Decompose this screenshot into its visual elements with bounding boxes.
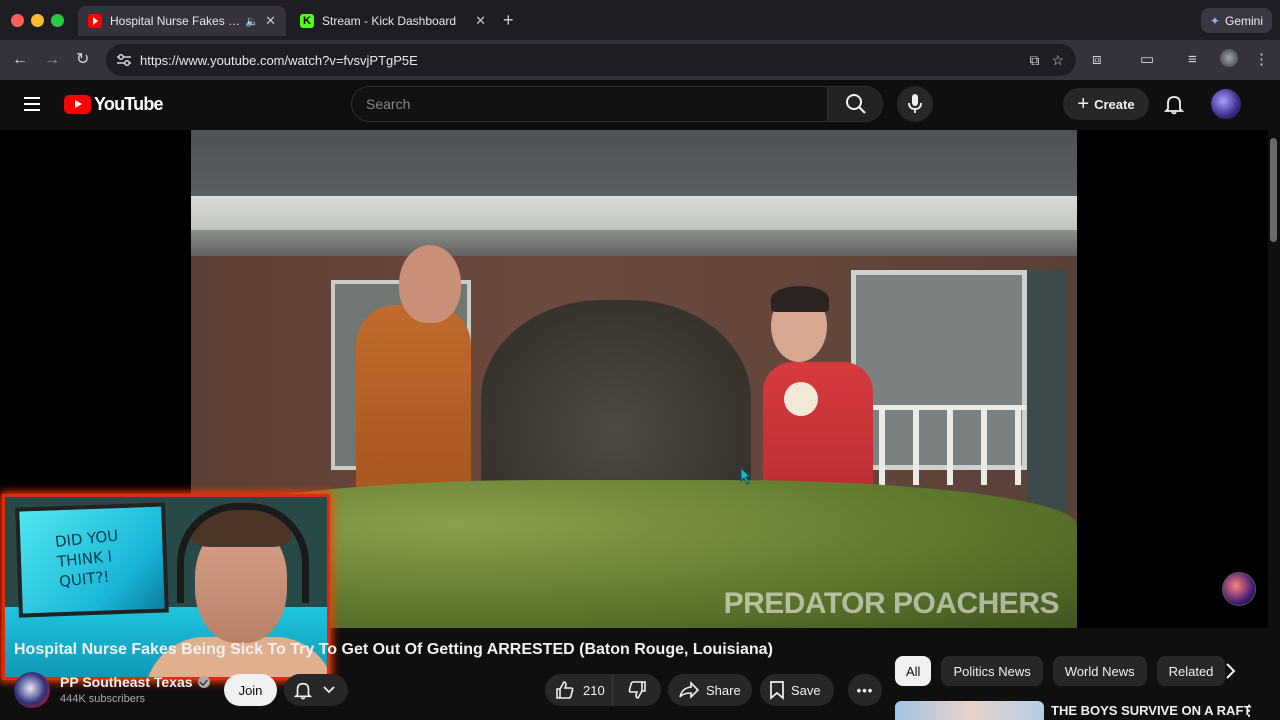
recommended-video-thumbnail[interactable] <box>895 701 1044 720</box>
address-bar[interactable]: https://www.youtube.com/watch?v=fvsvjPTg… <box>106 44 1076 76</box>
dislike-button[interactable] <box>613 674 661 706</box>
gemini-button[interactable]: ✦ Gemini <box>1200 8 1272 33</box>
youtube-header: YouTube Search + Create <box>0 80 1280 130</box>
close-window-button[interactable] <box>11 14 24 27</box>
kebab-menu-icon[interactable]: ⋮ <box>1242 703 1256 717</box>
gemini-label: Gemini <box>1224 13 1263 28</box>
thumbs-up-icon <box>556 681 574 699</box>
like-button[interactable]: 210 <box>545 674 613 706</box>
chevron-right-icon[interactable] <box>1222 661 1240 681</box>
site-settings-icon[interactable] <box>116 53 132 67</box>
account-avatar[interactable] <box>1211 89 1241 119</box>
channel-watermark-avatar[interactable] <box>1222 572 1256 606</box>
bookmark-star-icon[interactable]: ☆ <box>1051 52 1064 69</box>
tab-title: Hospital Nurse Fakes Being Sick To Try T… <box>110 14 242 28</box>
video-title: Hospital Nurse Fakes Being Sick To Try T… <box>14 641 773 658</box>
url-text: https://www.youtube.com/watch?v=fvsvjPTg… <box>140 52 418 68</box>
browser-tab-bar: Hospital Nurse Fakes Being Sick To Try T… <box>0 0 1280 40</box>
chip-related[interactable]: Related <box>1156 656 1226 686</box>
close-tab-icon[interactable]: ✕ <box>265 13 276 29</box>
recommendation-filter-chips: All Politics News World News Related <box>895 656 1226 686</box>
youtube-play-icon <box>64 95 91 114</box>
voice-search-button[interactable] <box>897 86 933 122</box>
reload-icon[interactable]: ↻ <box>76 50 89 70</box>
like-count: 210 <box>583 682 605 698</box>
chip-all[interactable]: All <box>895 656 932 686</box>
chip-world-news[interactable]: World News <box>1052 656 1147 686</box>
search-button[interactable] <box>827 86 883 122</box>
whiteboard-text: DID YOU THINK I QUIT?! <box>54 526 120 591</box>
side-panel-icon[interactable]: ▭ <box>1140 50 1154 70</box>
youtube-logo[interactable]: YouTube <box>64 94 164 115</box>
extensions-icon[interactable]: ⧈ <box>1092 50 1102 70</box>
bell-icon <box>293 682 313 700</box>
install-app-icon[interactable]: ⧉ <box>1029 52 1039 69</box>
video-watermark: PREDATOR POACHERS <box>723 587 1060 620</box>
chevron-down-icon <box>323 686 335 694</box>
notifications-bell-icon[interactable] <box>1163 93 1185 115</box>
verified-check-icon <box>197 676 210 688</box>
speaker-icon[interactable]: 🔈 <box>245 15 259 28</box>
save-label: Save <box>791 682 821 698</box>
gemini-icon: ✦ <box>1209 13 1220 28</box>
search-icon <box>846 94 866 114</box>
page-scrollbar[interactable] <box>1268 130 1280 720</box>
join-label: Join <box>238 682 263 698</box>
profile-avatar[interactable] <box>1220 49 1238 67</box>
media-controls-icon[interactable]: ≡ <box>1188 50 1197 70</box>
back-arrow-icon[interactable]: ← <box>12 50 28 70</box>
minimize-window-button[interactable] <box>31 14 44 27</box>
create-label: Create <box>1094 96 1135 112</box>
create-button[interactable]: + Create <box>1063 88 1149 120</box>
share-button[interactable]: Share <box>668 674 752 706</box>
share-arrow-icon <box>679 681 700 699</box>
chip-politics-news[interactable]: Politics News <box>941 656 1043 686</box>
video-player[interactable]: PREDATOR POACHERS DID YOU THINK I QUIT?! <box>0 130 1268 680</box>
browser-menu-icon[interactable]: ⋮ <box>1254 50 1269 70</box>
forward-arrow-icon[interactable]: → <box>44 50 60 70</box>
microphone-icon <box>908 94 922 113</box>
browser-toolbar: ← → ↻ https://www.youtube.com/watch?v=fv… <box>0 40 1280 80</box>
channel-name[interactable]: PP Southeast Texas <box>60 674 193 690</box>
menu-icon[interactable] <box>24 97 40 111</box>
save-button[interactable]: Save <box>760 674 834 706</box>
plus-icon: + <box>1077 93 1090 115</box>
youtube-wordmark: YouTube <box>94 94 164 114</box>
maximize-window-button[interactable] <box>51 14 64 27</box>
whiteboard: DID YOU THINK I QUIT?! <box>15 502 169 618</box>
tab-kick-dashboard[interactable]: K Stream - Kick Dashboard ✕ <box>290 6 496 36</box>
share-label: Share <box>706 682 741 698</box>
close-tab-icon[interactable]: ✕ <box>475 13 486 29</box>
channel-avatar[interactable] <box>14 672 50 708</box>
join-button[interactable]: Join <box>224 674 277 706</box>
thumbs-down-icon <box>628 681 646 699</box>
channel-name-row[interactable]: PP Southeast Texas <box>60 674 210 690</box>
more-actions-button[interactable]: ••• <box>848 674 882 706</box>
bookmark-icon <box>770 681 784 700</box>
scrollbar-thumb[interactable] <box>1270 138 1277 242</box>
like-dislike-group: 210 <box>545 674 661 706</box>
tab-youtube[interactable]: Hospital Nurse Fakes Being Sick To Try T… <box>78 6 286 36</box>
search-input[interactable]: Search <box>351 86 828 122</box>
youtube-icon <box>88 14 102 28</box>
tab-title: Stream - Kick Dashboard <box>322 14 457 28</box>
more-dots-icon: ••• <box>856 682 874 698</box>
subscription-notification-button[interactable] <box>284 674 348 706</box>
subscriber-count: 444K subscribers <box>60 693 145 705</box>
search-placeholder: Search <box>366 96 411 112</box>
new-tab-button[interactable]: + <box>503 11 514 29</box>
recommended-video-title[interactable]: THE BOYS SURVIVE ON A RAFT <box>1051 703 1251 718</box>
mouse-cursor-icon <box>740 467 752 485</box>
kick-icon: K <box>300 14 314 28</box>
